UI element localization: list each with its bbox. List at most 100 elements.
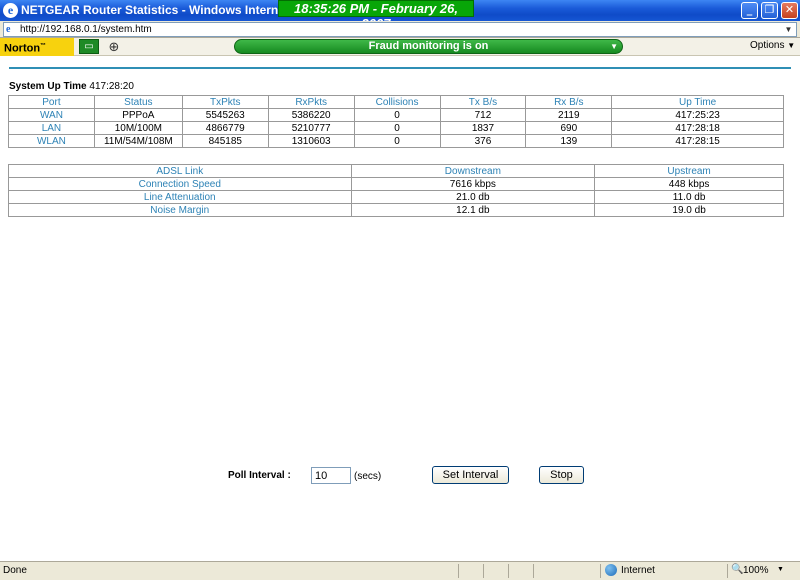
security-zone: Internet xyxy=(621,565,655,576)
port-uptime: 417:28:15 xyxy=(611,134,784,148)
norton-brand[interactable]: Norton™ xyxy=(0,38,74,56)
title-bar: e NETGEAR Router Statistics - Windows In… xyxy=(0,0,800,31)
status-separator xyxy=(458,564,459,578)
adsl-table: ADSL Link Downstream Upstream Connection… xyxy=(8,164,784,217)
system-uptime: System Up Time 417:28:20 xyxy=(9,81,134,92)
col-uptime: Up Time xyxy=(611,95,784,109)
address-url: http://192.168.0.1/system.htm xyxy=(20,24,152,35)
port-rx-bps: 139 xyxy=(525,134,613,148)
col-txpkts: TxPkts xyxy=(181,95,269,109)
zoom-icon[interactable]: 🔍 xyxy=(731,564,743,575)
col-collisions: Collisions xyxy=(353,95,441,109)
port-tx-bps: 376 xyxy=(439,134,527,148)
poll-interval-input[interactable] xyxy=(311,467,351,484)
minimize-button[interactable]: _ xyxy=(741,2,758,19)
options-label: Options xyxy=(750,40,785,51)
status-separator xyxy=(600,564,601,578)
adsl-metric: Noise Margin xyxy=(8,203,352,217)
uptime-label: System Up Time xyxy=(9,81,87,92)
port-rx-bps: 690 xyxy=(525,121,613,135)
poll-interval-unit: (secs) xyxy=(354,471,382,482)
adsl-downstream: 21.0 db xyxy=(350,190,596,204)
clock-overlay: 18:35:26 PM - February 26, 2007 xyxy=(278,0,474,31)
port-collisions: 0 xyxy=(353,108,441,122)
port-name: LAN xyxy=(8,121,95,135)
col-rx-bps: Rx B/s xyxy=(525,95,613,109)
table-row: WAN PPPoA 5545263 5386220 0 712 2119 417… xyxy=(8,108,784,122)
norton-toolbar: Norton™ ▭ ⊕ Fraud monitoring is on ▼ Opt… xyxy=(0,38,800,56)
port-collisions: 0 xyxy=(353,134,441,148)
ports-table: Port Status TxPkts RxPkts Collisions Tx … xyxy=(8,95,784,148)
table-row: WLAN 11M/54M/108M 845185 1310603 0 376 1… xyxy=(8,134,784,148)
window-title: NETGEAR Router Statistics - Windows Inte… xyxy=(21,3,279,17)
options-menu[interactable]: Options ▼ xyxy=(750,40,795,51)
col-rxpkts: RxPkts xyxy=(267,95,355,109)
port-txpkts: 5545263 xyxy=(181,108,269,122)
adsl-metric: Connection Speed xyxy=(8,177,352,191)
col-upstream: Upstream xyxy=(594,164,784,178)
page-icon: e xyxy=(6,24,11,35)
col-adsl-link: ADSL Link xyxy=(8,164,352,178)
set-interval-button[interactable]: Set Interval xyxy=(432,466,509,484)
fraud-status-text: Fraud monitoring is on xyxy=(368,40,489,52)
close-button[interactable]: ✕ xyxy=(781,2,798,19)
port-status: PPPoA xyxy=(93,108,183,122)
fraud-dropdown-icon[interactable]: ▼ xyxy=(610,40,618,53)
adsl-downstream: 7616 kbps xyxy=(350,177,596,191)
stop-button[interactable]: Stop xyxy=(539,466,584,484)
port-txpkts: 4866779 xyxy=(181,121,269,135)
port-rxpkts: 1310603 xyxy=(267,134,355,148)
adsl-metric: Line Attenuation xyxy=(8,190,352,204)
port-status: 11M/54M/108M xyxy=(93,134,183,148)
maximize-button[interactable]: ❐ xyxy=(761,2,778,19)
port-rx-bps: 2119 xyxy=(525,108,613,122)
table-row: Noise Margin 12.1 db 19.0 db xyxy=(8,203,784,217)
poll-interval-label: Poll Interval : xyxy=(228,470,291,481)
port-status: 10M/100M xyxy=(93,121,183,135)
table-row: LAN 10M/100M 4866779 5210777 0 1837 690 … xyxy=(8,121,784,135)
port-name: WLAN xyxy=(8,134,95,148)
address-bar: e http://192.168.0.1/system.htm ▼ xyxy=(0,21,800,38)
port-tx-bps: 1837 xyxy=(439,121,527,135)
status-separator xyxy=(533,564,534,578)
status-bar: Done Internet 🔍 100% ▼ xyxy=(0,561,800,580)
address-dropdown-icon[interactable]: ▼ xyxy=(782,23,795,36)
internet-zone-icon xyxy=(605,564,617,576)
status-separator xyxy=(483,564,484,578)
port-tx-bps: 712 xyxy=(439,108,527,122)
zoom-level[interactable]: 100% xyxy=(743,565,769,576)
page-content: System Up Time 417:28:20 Port Status TxP… xyxy=(0,57,800,561)
port-collisions: 0 xyxy=(353,121,441,135)
ie-icon: e xyxy=(3,3,18,18)
ports-header-row: Port Status TxPkts RxPkts Collisions Tx … xyxy=(8,95,784,109)
table-row: Connection Speed 7616 kbps 448 kbps xyxy=(8,177,784,191)
top-divider xyxy=(9,67,791,69)
col-downstream: Downstream xyxy=(350,164,596,178)
table-row: Line Attenuation 21.0 db 11.0 db xyxy=(8,190,784,204)
adsl-upstream: 11.0 db xyxy=(594,190,784,204)
options-chevron-icon: ▼ xyxy=(787,41,796,50)
norton-monitor-icon[interactable]: ▭ xyxy=(79,39,99,54)
globe-icon[interactable]: ⊕ xyxy=(106,39,122,54)
col-tx-bps: Tx B/s xyxy=(439,95,527,109)
adsl-upstream: 448 kbps xyxy=(594,177,784,191)
status-separator xyxy=(508,564,509,578)
port-name: WAN xyxy=(8,108,95,122)
status-text: Done xyxy=(3,565,27,576)
status-separator xyxy=(727,564,728,578)
address-input[interactable]: e http://192.168.0.1/system.htm ▼ xyxy=(3,22,797,37)
norton-brand-label: Norton xyxy=(4,42,41,55)
fraud-monitoring-bar[interactable]: Fraud monitoring is on ▼ xyxy=(234,39,623,54)
col-port: Port xyxy=(8,95,95,109)
adsl-header-row: ADSL Link Downstream Upstream xyxy=(8,164,784,178)
port-txpkts: 845185 xyxy=(181,134,269,148)
adsl-downstream: 12.1 db xyxy=(350,203,596,217)
port-rxpkts: 5210777 xyxy=(267,121,355,135)
zoom-dropdown-icon[interactable]: ▼ xyxy=(777,566,784,573)
adsl-upstream: 19.0 db xyxy=(594,203,784,217)
port-uptime: 417:25:23 xyxy=(611,108,784,122)
uptime-value: 417:28:20 xyxy=(89,81,134,92)
col-status: Status xyxy=(93,95,183,109)
port-uptime: 417:28:18 xyxy=(611,121,784,135)
port-rxpkts: 5386220 xyxy=(267,108,355,122)
